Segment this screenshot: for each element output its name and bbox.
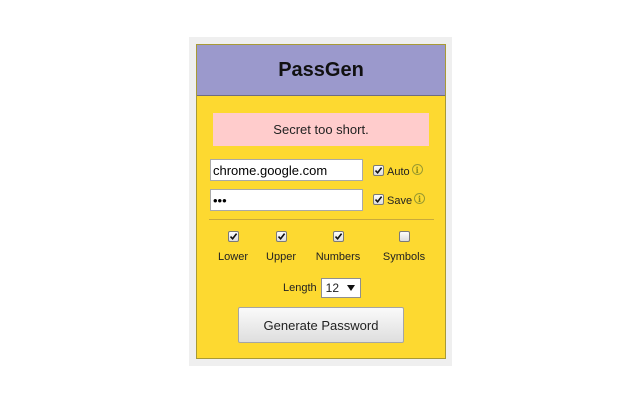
numbers-checkbox[interactable] [332,231,344,242]
lower-checkbox[interactable] [227,231,239,242]
auto-option: Auto i [373,163,423,178]
auto-label: Auto [387,166,410,178]
divider [209,219,434,220]
save-checkbox[interactable] [373,194,384,205]
numbers-label: Numbers [315,251,361,263]
length-label: Length [283,282,317,294]
header: PassGen [197,45,445,96]
charset-symbols: Symbols [374,231,434,263]
upper-checkbox[interactable] [275,231,287,242]
auto-info-icon[interactable]: i [411,164,423,175]
charset-upper: Upper [251,231,311,263]
save-info-icon[interactable]: i [414,193,426,204]
save-option: Save i [373,192,426,207]
dropdown-arrow-icon [346,285,355,291]
symbols-label: Symbols [382,251,426,263]
app-title: PassGen [278,58,364,81]
passgen-panel: PassGen Secret too short. Auto i Save i … [196,44,446,359]
upper-label: Upper [266,251,296,263]
auto-checkbox[interactable] [373,165,384,176]
save-label: Save [387,195,413,207]
secret-input[interactable] [210,189,363,211]
length-select[interactable]: 12 [320,278,361,298]
site-input[interactable] [210,159,363,181]
error-message-text: Secret too short. [273,122,369,137]
length-row: Length 12 [283,278,361,298]
generate-password-button[interactable]: Generate Password [238,307,404,343]
charset-numbers: Numbers [308,231,368,263]
length-value: 12 [325,281,340,295]
lower-label: Lower [218,251,248,263]
error-message: Secret too short. [213,113,429,146]
symbols-checkbox[interactable] [398,231,410,242]
